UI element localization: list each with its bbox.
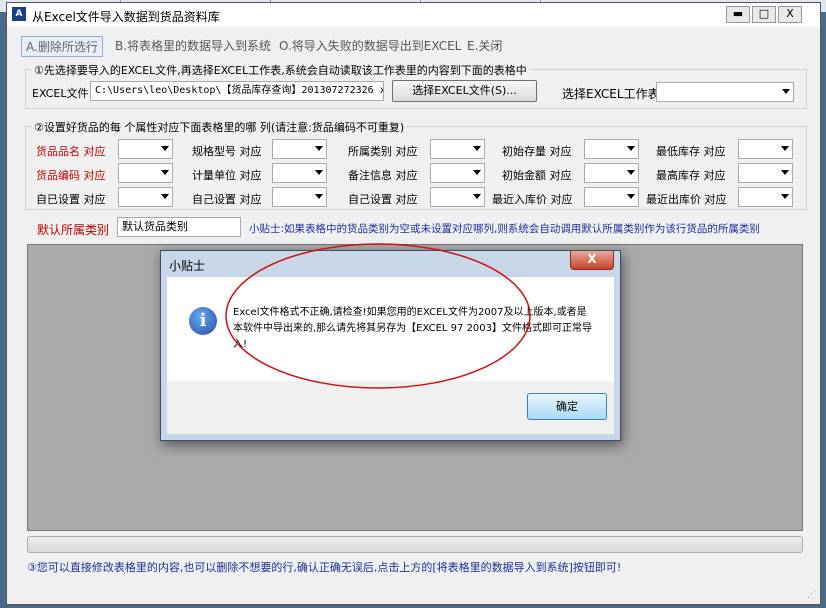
minimize-button[interactable]: ▬ <box>726 6 750 23</box>
field-select-product-code[interactable] <box>118 163 173 183</box>
ok-button[interactable]: 确定 <box>527 393 607 420</box>
field-select-notes[interactable] <box>430 163 485 183</box>
field-select-max-stock[interactable] <box>738 163 793 183</box>
field-select-custom-1[interactable] <box>118 187 173 207</box>
field-label-product-name: 货品品名 对应 <box>36 145 106 158</box>
annotation-ellipse <box>225 243 531 389</box>
chevron-down-icon <box>473 146 481 151</box>
chevron-down-icon <box>161 170 169 175</box>
info-icon: i <box>189 307 217 335</box>
select-excel-file-button[interactable]: 选择EXCEL文件(S)... <box>392 80 537 102</box>
field-label-min-stock: 最低库存 对应 <box>656 145 726 158</box>
default-category-field[interactable]: 默认货品类别 <box>117 217 241 237</box>
field-label-notes: 备注信息 对应 <box>348 169 418 182</box>
sheet-select-label: 选择EXCEL工作表 <box>562 87 660 101</box>
menu-export-failed[interactable]: O.将导入失败的数据导出到EXCEL <box>275 36 465 55</box>
sheet-select-dropdown[interactable] <box>656 82 794 102</box>
field-label-initial-amount: 初始金额 对应 <box>502 169 572 182</box>
field-select-category[interactable] <box>430 139 485 159</box>
dialog-title: 小贴士 <box>169 259 206 273</box>
close-button[interactable]: X <box>778 6 802 23</box>
chevron-down-icon <box>315 146 323 151</box>
default-category-label: 默认所属类别 <box>37 223 110 237</box>
title-bar: A 从Excel文件导入数据到货品资料库 ▬ □ X <box>7 3 820 27</box>
chevron-down-icon <box>473 170 481 175</box>
field-label-category: 所属类别 对应 <box>348 145 418 158</box>
default-category-tip: 小贴士:如果表格中的货品类别为空或未设置对应哪列,则系统会自动调用默认所属类别作… <box>249 223 760 235</box>
chevron-down-icon <box>315 170 323 175</box>
menu-import-to-system[interactable]: B.将表格里的数据导入到系统 <box>111 36 275 55</box>
field-label-custom-3: 自己设置 对应 <box>348 193 418 206</box>
chevron-down-icon <box>781 146 789 151</box>
field-label-unit: 计量单位 对应 <box>192 169 262 182</box>
chevron-down-icon <box>781 194 789 199</box>
menu-bar: A.删除所选行 B.将表格里的数据导入到系统 O.将导入失败的数据导出到EXCE… <box>7 33 820 57</box>
chevron-down-icon <box>627 194 635 199</box>
app-logo-icon: A <box>12 7 26 21</box>
field-select-spec[interactable] <box>272 139 327 159</box>
step1-group: ①先选择要导入的EXCEL文件,再选择EXCEL工作表,系统会自动读取该工作表里… <box>25 62 807 109</box>
chevron-down-icon <box>473 194 481 199</box>
resize-grip-icon[interactable]: ⋰ <box>807 590 816 600</box>
footer-instructions: ③您可以直接修改表格里的内容,也可以删除不想要的行,确认正确无误后,点击上方的[… <box>27 561 622 574</box>
field-select-last-out-price[interactable] <box>738 187 793 207</box>
chevron-down-icon <box>627 170 635 175</box>
import-progress-bar <box>27 536 803 553</box>
excel-file-path-field[interactable]: C:\Users\leo\Desktop\【货品库存查询】20130727232… <box>90 81 384 101</box>
menu-close[interactable]: E.关闭 <box>463 36 506 55</box>
field-label-custom-1: 自已设置 对应 <box>36 193 106 206</box>
step1-legend: ①先选择要导入的EXCEL文件,再选择EXCEL工作表,系统会自动读取该工作表里… <box>32 62 529 78</box>
chevron-down-icon <box>315 194 323 199</box>
field-select-product-name[interactable] <box>118 139 173 159</box>
window-title: 从Excel文件导入数据到货品资料库 <box>32 10 220 24</box>
field-select-custom-3[interactable] <box>430 187 485 207</box>
field-label-last-out-price: 最近出库价 对应 <box>646 193 727 206</box>
field-select-initial-amount[interactable] <box>584 163 639 183</box>
chevron-down-icon <box>781 170 789 175</box>
field-select-min-stock[interactable] <box>738 139 793 159</box>
field-label-spec: 规格型号 对应 <box>192 145 262 158</box>
chevron-down-icon <box>782 89 790 94</box>
dialog-close-button[interactable]: X <box>570 251 614 270</box>
chevron-down-icon <box>161 194 169 199</box>
maximize-button[interactable]: □ <box>752 6 776 23</box>
field-label-last-in-price: 最近入库价 对应 <box>492 193 573 206</box>
step2-group: ②设置好货品的每 个属性对应下面表格里的哪 列(请注意:货品编码不可重复) 货品… <box>25 119 807 210</box>
field-label-custom-2: 自己设置 对应 <box>192 193 262 206</box>
menu-delete-selected-rows[interactable]: A.删除所选行 <box>21 36 103 57</box>
field-select-last-in-price[interactable] <box>584 187 639 207</box>
field-select-initial-stock[interactable] <box>584 139 639 159</box>
field-label-initial-stock: 初始存量 对应 <box>502 145 572 158</box>
excel-file-label: EXCEL文件 <box>32 87 89 100</box>
field-select-custom-2[interactable] <box>272 187 327 207</box>
chevron-down-icon <box>627 146 635 151</box>
chevron-down-icon <box>161 146 169 151</box>
field-select-unit[interactable] <box>272 163 327 183</box>
step2-legend: ②设置好货品的每 个属性对应下面表格里的哪 列(请注意:货品编码不可重复) <box>32 119 407 135</box>
annotation-ellipse-shape <box>225 243 531 389</box>
field-label-product-code: 货品编码 对应 <box>36 169 106 182</box>
field-label-max-stock: 最高库存 对应 <box>656 169 726 182</box>
